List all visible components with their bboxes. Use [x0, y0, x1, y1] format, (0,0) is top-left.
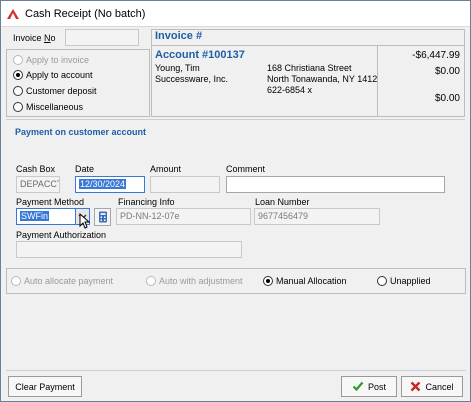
manual-allocation-radio[interactable]: Manual Allocation — [263, 276, 347, 286]
divider — [377, 46, 378, 116]
radio-indicator — [377, 276, 387, 286]
loan-number-field[interactable]: 9677456479 — [254, 208, 380, 225]
cash-box-label: Cash Box — [16, 164, 56, 174]
auto-allocate-radio[interactable]: Auto allocate payment — [11, 276, 113, 286]
calculator-icon — [98, 211, 107, 223]
apply-to-invoice-radio[interactable]: Apply to invoice — [13, 55, 89, 65]
radio-label: Auto allocate payment — [24, 276, 114, 286]
radio-indicator — [13, 55, 23, 65]
button-label: Clear Payment — [15, 381, 75, 392]
title-bar: Cash Receipt (No batch) — [1, 1, 470, 27]
auto-with-adjustment-radio[interactable]: Auto with adjustment — [146, 276, 243, 286]
window-title: Cash Receipt (No batch) — [25, 8, 146, 20]
radio-label: Auto with adjustment — [159, 276, 243, 286]
invoice-no-field[interactable] — [65, 29, 139, 46]
invoice-no-label: Invoice No — [13, 33, 56, 43]
radio-indicator — [11, 276, 21, 286]
comment-field[interactable] — [226, 176, 445, 193]
payment-method-label: Payment Method — [16, 197, 85, 207]
amount-3: $0.00 — [434, 93, 460, 104]
apply-to-account-radio[interactable]: Apply to account — [13, 70, 93, 80]
invoice-info-panel — [151, 29, 465, 117]
customer-name: Young, Tim — [155, 63, 200, 73]
cash-receipt-window: Cash Receipt (No batch) Invoice No Apply… — [0, 0, 471, 402]
payment-authorization-label: Payment Authorization — [16, 230, 107, 240]
radio-label: Customer deposit — [26, 86, 97, 96]
date-label: Date — [75, 164, 95, 174]
radio-indicator — [146, 276, 156, 286]
close-icon — [411, 381, 421, 392]
radio-label: Apply to invoice — [26, 55, 90, 65]
radio-label: Apply to account — [26, 70, 93, 80]
mouse-cursor-icon — [79, 213, 91, 229]
radio-indicator — [13, 70, 23, 80]
financing-info-label: Financing Info — [118, 197, 175, 207]
calculator-button[interactable] — [94, 208, 111, 226]
radio-label: Unapplied — [390, 276, 431, 286]
clear-payment-button[interactable]: Clear Payment — [8, 376, 82, 397]
radio-indicator — [13, 102, 23, 112]
account-number: Account #100137 — [155, 49, 245, 61]
city-state: North Tonawanda, NY 1412 — [267, 74, 378, 84]
divider — [152, 45, 464, 46]
invoice-header: Invoice # — [155, 30, 203, 42]
divider — [6, 370, 466, 371]
post-button[interactable]: Post — [341, 376, 397, 397]
payment-authorization-field[interactable] — [16, 241, 242, 258]
miscellaneous-radio[interactable]: Miscellaneous — [13, 102, 83, 112]
payment-section-title: Payment on customer account — [15, 127, 147, 137]
unapplied-radio[interactable]: Unapplied — [377, 276, 431, 286]
radio-label: Manual Allocation — [276, 276, 347, 286]
street-address: 168 Christiana Street — [267, 63, 352, 73]
balance-amount: -$6,447.99 — [412, 50, 460, 61]
financing-info-field[interactable]: PD-NN-12-07e — [116, 208, 251, 225]
radio-indicator — [13, 86, 23, 96]
customer-deposit-radio[interactable]: Customer deposit — [13, 86, 97, 96]
payment-method-value: SWFin — [20, 211, 49, 221]
cancel-button[interactable]: Cancel — [401, 376, 463, 397]
radio-indicator — [263, 276, 273, 286]
cash-box-field[interactable]: DEPACCT — [16, 176, 60, 193]
divider — [6, 119, 465, 120]
amount-field[interactable] — [150, 176, 220, 193]
button-label: Cancel — [425, 381, 454, 392]
date-value: 12/30/2024 — [79, 179, 127, 189]
button-label: Post — [367, 381, 386, 392]
radio-label: Miscellaneous — [26, 102, 84, 112]
phone-number: 622-6854 x — [267, 85, 313, 95]
comment-label: Comment — [226, 164, 266, 174]
loan-number-label: Loan Number — [255, 197, 310, 207]
checkmark-icon — [352, 381, 364, 392]
amount-label: Amount — [150, 164, 182, 174]
customer-company: Successware, Inc. — [155, 74, 229, 84]
amount-2: $0.00 — [434, 66, 460, 77]
date-field[interactable]: 12/30/2024 — [75, 176, 145, 193]
app-icon — [7, 9, 19, 19]
payment-method-field[interactable]: SWFin — [16, 208, 76, 225]
